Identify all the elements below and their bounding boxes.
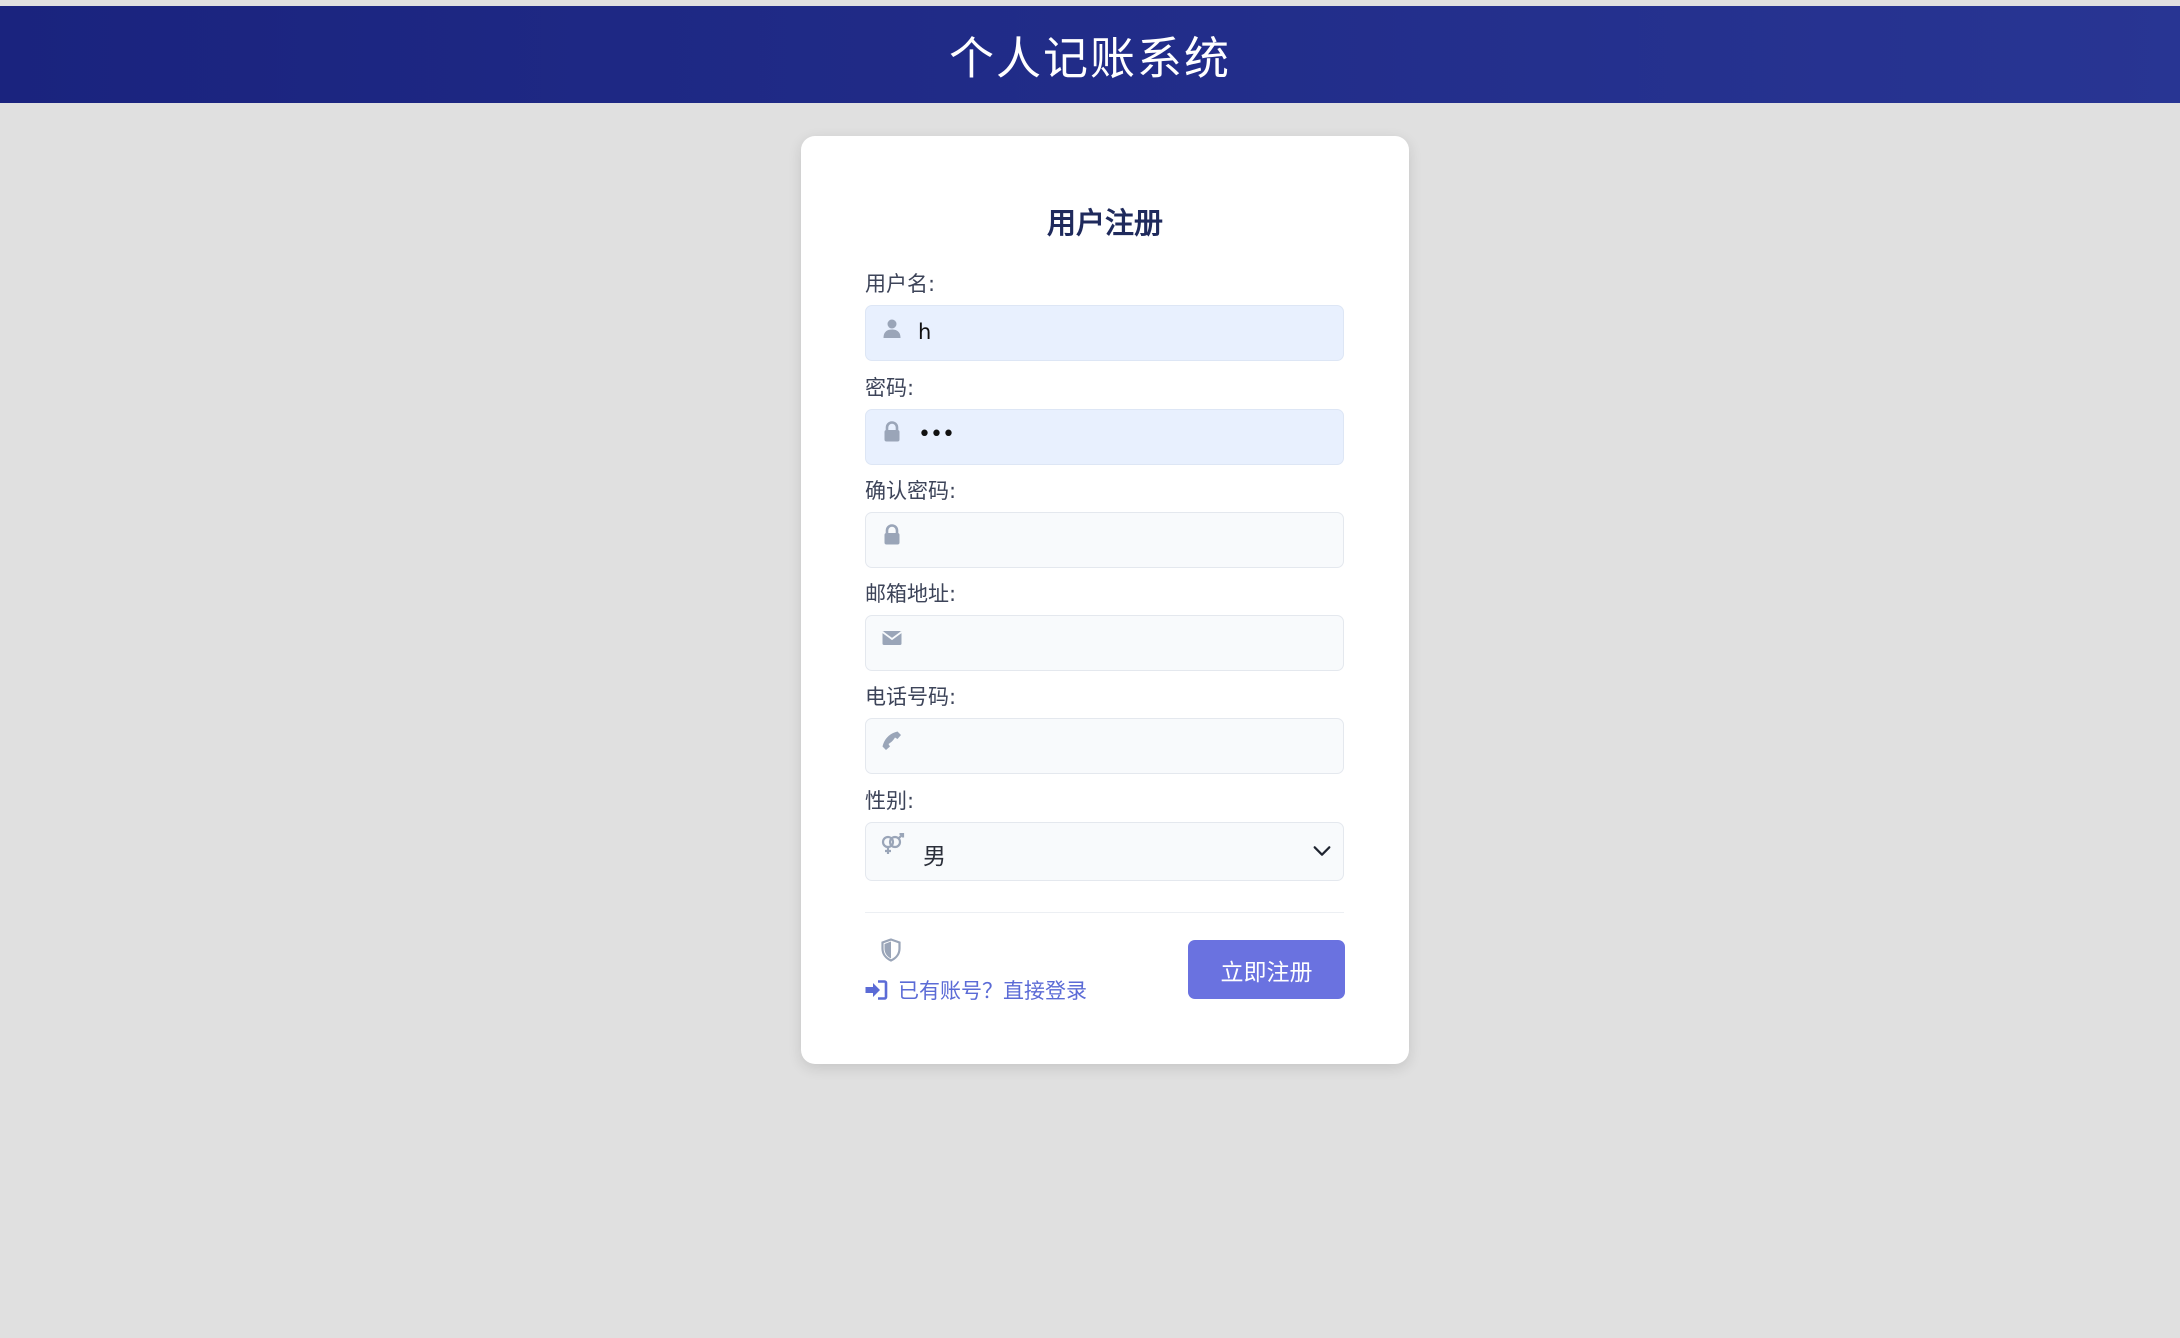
username-label: 用户名: <box>865 272 936 296</box>
gender-label: 性别: <box>865 789 915 813</box>
phone-label: 电话号码: <box>865 685 957 709</box>
app-title: 个人记账系统 <box>948 32 1231 85</box>
username-value: h <box>918 320 932 344</box>
confirm-password-label: 确认密码: <box>865 479 957 503</box>
password-label: 密码: <box>865 376 915 400</box>
email-input[interactable] <box>865 615 1344 671</box>
email-label: 邮箱地址: <box>865 582 957 606</box>
gender-select[interactable]: 男 <box>865 822 1344 881</box>
app-header: 个人记账系统 <box>0 6 2180 103</box>
lock-icon <box>884 524 900 545</box>
shield-icon <box>881 938 901 962</box>
gender-selected-value: 男 <box>923 844 946 870</box>
password-value: ••• <box>918 422 955 447</box>
sign-in-icon <box>865 980 888 1000</box>
username-input[interactable]: h <box>865 305 1344 361</box>
login-link[interactable]: 已有账号？直接登录 <box>864 975 1087 1005</box>
register-button[interactable]: 立即注册 <box>1188 940 1345 999</box>
gender-icon <box>881 833 905 854</box>
phone-icon <box>882 731 901 750</box>
lock-icon <box>884 421 900 442</box>
form-divider <box>865 912 1344 913</box>
login-link-label: 已有账号？直接登录 <box>898 979 1087 1003</box>
form-title: 用户注册 <box>1046 206 1163 240</box>
envelope-icon <box>881 631 903 645</box>
password-input[interactable]: ••• <box>865 409 1344 465</box>
phone-input[interactable] <box>865 718 1344 774</box>
chevron-down-icon[interactable] <box>1311 840 1333 862</box>
confirm-password-input[interactable] <box>865 512 1344 568</box>
user-icon <box>883 319 901 338</box>
